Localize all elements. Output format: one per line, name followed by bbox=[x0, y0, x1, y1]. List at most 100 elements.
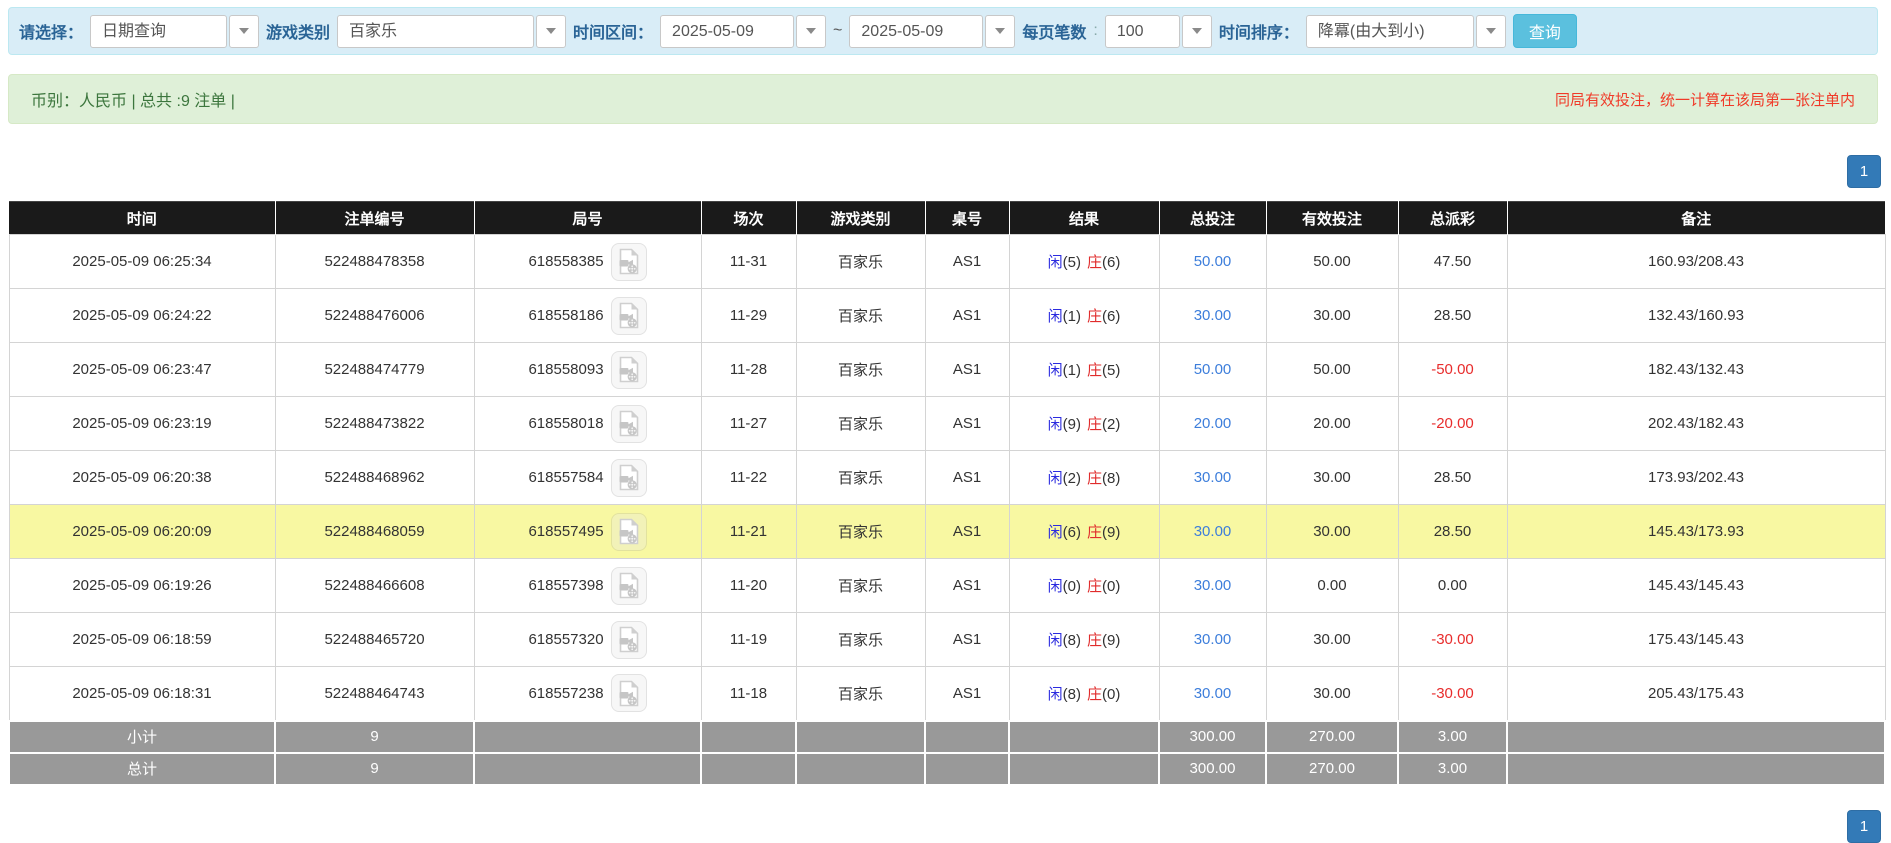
result-banker-label: 庄 bbox=[1087, 578, 1102, 595]
total-bet-link[interactable]: 30.00 bbox=[1194, 469, 1232, 486]
sort-dropdown-button[interactable] bbox=[1476, 15, 1506, 48]
footer-empty-cell bbox=[701, 721, 796, 753]
result-banker-label: 庄 bbox=[1087, 362, 1102, 379]
filter-toolbar: 请选择： 日期查询 游戏类别 百家乐 时间区间： 2025-05-09 ~ 20… bbox=[8, 7, 1878, 55]
cell-round-id: 618558385 bbox=[474, 235, 701, 289]
table-body: 2025-05-09 06:25:34 522488478358 6185583… bbox=[9, 235, 1885, 721]
video-replay-button[interactable] bbox=[611, 513, 647, 551]
cell-valid-bet: 30.00 bbox=[1266, 667, 1398, 721]
video-replay-icon bbox=[618, 518, 640, 545]
footer-empty-cell bbox=[925, 721, 1009, 753]
total-bet-link[interactable]: 30.00 bbox=[1194, 523, 1232, 540]
cell-valid-bet: 30.00 bbox=[1266, 289, 1398, 343]
video-replay-button[interactable] bbox=[611, 621, 647, 659]
result-banker-points: (2) bbox=[1102, 416, 1120, 433]
cell-time: 2025-05-09 06:23:47 bbox=[9, 343, 275, 397]
header-bet-id: 注单编号 bbox=[275, 202, 474, 235]
result-banker-label: 庄 bbox=[1087, 254, 1102, 271]
table-row: 2025-05-09 06:23:19 522488473822 6185580… bbox=[9, 397, 1885, 451]
date-from-dropdown-button[interactable] bbox=[796, 15, 826, 48]
table-header: 时间 注单编号 局号 场次 游戏类别 桌号 结果 总投注 有效投注 总派彩 备注 bbox=[9, 202, 1885, 235]
sort-input[interactable]: 降冪(由大到小) bbox=[1306, 15, 1474, 48]
cell-round-id: 618558018 bbox=[474, 397, 701, 451]
total-bet-link[interactable]: 30.00 bbox=[1194, 631, 1232, 648]
result-banker-points: (0) bbox=[1102, 578, 1120, 595]
cell-remark: 132.43/160.93 bbox=[1507, 289, 1885, 343]
cell-game-category: 百家乐 bbox=[796, 451, 925, 505]
result-player-points: (8) bbox=[1063, 686, 1081, 703]
cell-session: 11-31 bbox=[701, 235, 796, 289]
cell-remark: 160.93/208.43 bbox=[1507, 235, 1885, 289]
date-to-dropdown-button[interactable] bbox=[985, 15, 1015, 48]
pagination-page-1-top[interactable]: 1 bbox=[1847, 155, 1881, 188]
date-to-combo: 2025-05-09 bbox=[849, 15, 1015, 48]
query-type-input[interactable]: 日期查询 bbox=[90, 15, 227, 48]
cell-table-no: AS1 bbox=[925, 613, 1009, 667]
total-bet-link[interactable]: 50.00 bbox=[1194, 253, 1232, 270]
subtotal-count: 9 bbox=[275, 721, 474, 753]
result-player-label: 闲 bbox=[1048, 254, 1063, 271]
cell-game-category: 百家乐 bbox=[796, 235, 925, 289]
total-bet-link[interactable]: 30.00 bbox=[1194, 577, 1232, 594]
video-replay-icon bbox=[618, 302, 640, 329]
result-banker-points: (5) bbox=[1102, 362, 1120, 379]
game-category-dropdown-button[interactable] bbox=[536, 15, 566, 48]
subtotal-payout: 3.00 bbox=[1398, 721, 1507, 753]
page-size-combo: 100 bbox=[1105, 15, 1212, 48]
cell-remark: 175.43/145.43 bbox=[1507, 613, 1885, 667]
result-banker-label: 庄 bbox=[1087, 308, 1102, 325]
cell-game-category: 百家乐 bbox=[796, 289, 925, 343]
video-replay-button[interactable] bbox=[611, 243, 647, 281]
round-id-text: 618558186 bbox=[528, 307, 603, 324]
video-replay-button[interactable] bbox=[611, 459, 647, 497]
query-type-dropdown-button[interactable] bbox=[229, 15, 259, 48]
cell-time: 2025-05-09 06:18:59 bbox=[9, 613, 275, 667]
total-bet-link[interactable]: 30.00 bbox=[1194, 685, 1232, 702]
chevron-down-icon bbox=[995, 28, 1005, 34]
summary-notice-bar: 币别：人民币 | 总共 :9 注单 | 同局有效投注，统一计算在该局第一张注单内 bbox=[8, 74, 1878, 124]
cell-payout: 0.00 bbox=[1398, 559, 1507, 613]
cell-valid-bet: 30.00 bbox=[1266, 451, 1398, 505]
sort-label: 时间排序： bbox=[1219, 19, 1299, 43]
date-from-input[interactable]: 2025-05-09 bbox=[660, 15, 794, 48]
cell-total-bet: 30.00 bbox=[1159, 667, 1266, 721]
cell-result: 闲(9)庄(2) bbox=[1009, 397, 1159, 451]
game-category-input[interactable]: 百家乐 bbox=[337, 15, 534, 48]
cell-table-no: AS1 bbox=[925, 559, 1009, 613]
cell-payout: 28.50 bbox=[1398, 505, 1507, 559]
page-size-dropdown-button[interactable] bbox=[1182, 15, 1212, 48]
cell-time: 2025-05-09 06:18:31 bbox=[9, 667, 275, 721]
total-bet-link[interactable]: 30.00 bbox=[1194, 307, 1232, 324]
result-banker-points: (8) bbox=[1102, 470, 1120, 487]
total-bet-link[interactable]: 20.00 bbox=[1194, 415, 1232, 432]
subtotal-total-bet: 300.00 bbox=[1159, 721, 1266, 753]
footer-empty-cell bbox=[1507, 753, 1885, 785]
cell-total-bet: 50.00 bbox=[1159, 235, 1266, 289]
total-count: 9 bbox=[275, 753, 474, 785]
chevron-down-icon bbox=[806, 28, 816, 34]
result-player-label: 闲 bbox=[1048, 686, 1063, 703]
cell-game-category: 百家乐 bbox=[796, 397, 925, 451]
cell-bet-id: 522488473822 bbox=[275, 397, 474, 451]
video-replay-button[interactable] bbox=[611, 297, 647, 335]
video-replay-button[interactable] bbox=[611, 674, 647, 712]
video-replay-button[interactable] bbox=[611, 351, 647, 389]
video-replay-button[interactable] bbox=[611, 567, 647, 605]
table-row: 2025-05-09 06:25:34 522488478358 6185583… bbox=[9, 235, 1885, 289]
total-bet-link[interactable]: 50.00 bbox=[1194, 361, 1232, 378]
date-to-input[interactable]: 2025-05-09 bbox=[849, 15, 983, 48]
page-size-input[interactable]: 100 bbox=[1105, 15, 1180, 48]
cell-total-bet: 30.00 bbox=[1159, 559, 1266, 613]
cell-payout: -20.00 bbox=[1398, 397, 1507, 451]
cell-valid-bet: 50.00 bbox=[1266, 343, 1398, 397]
table-row: 2025-05-09 06:24:22 522488476006 6185581… bbox=[9, 289, 1885, 343]
result-player-label: 闲 bbox=[1048, 470, 1063, 487]
cell-time: 2025-05-09 06:24:22 bbox=[9, 289, 275, 343]
video-replay-icon bbox=[618, 626, 640, 653]
cell-time: 2025-05-09 06:20:38 bbox=[9, 451, 275, 505]
time-range-label: 时间区间： bbox=[573, 19, 653, 43]
result-player-points: (9) bbox=[1063, 416, 1081, 433]
search-button[interactable]: 查询 bbox=[1513, 14, 1577, 48]
video-replay-button[interactable] bbox=[611, 405, 647, 443]
cell-table-no: AS1 bbox=[925, 397, 1009, 451]
